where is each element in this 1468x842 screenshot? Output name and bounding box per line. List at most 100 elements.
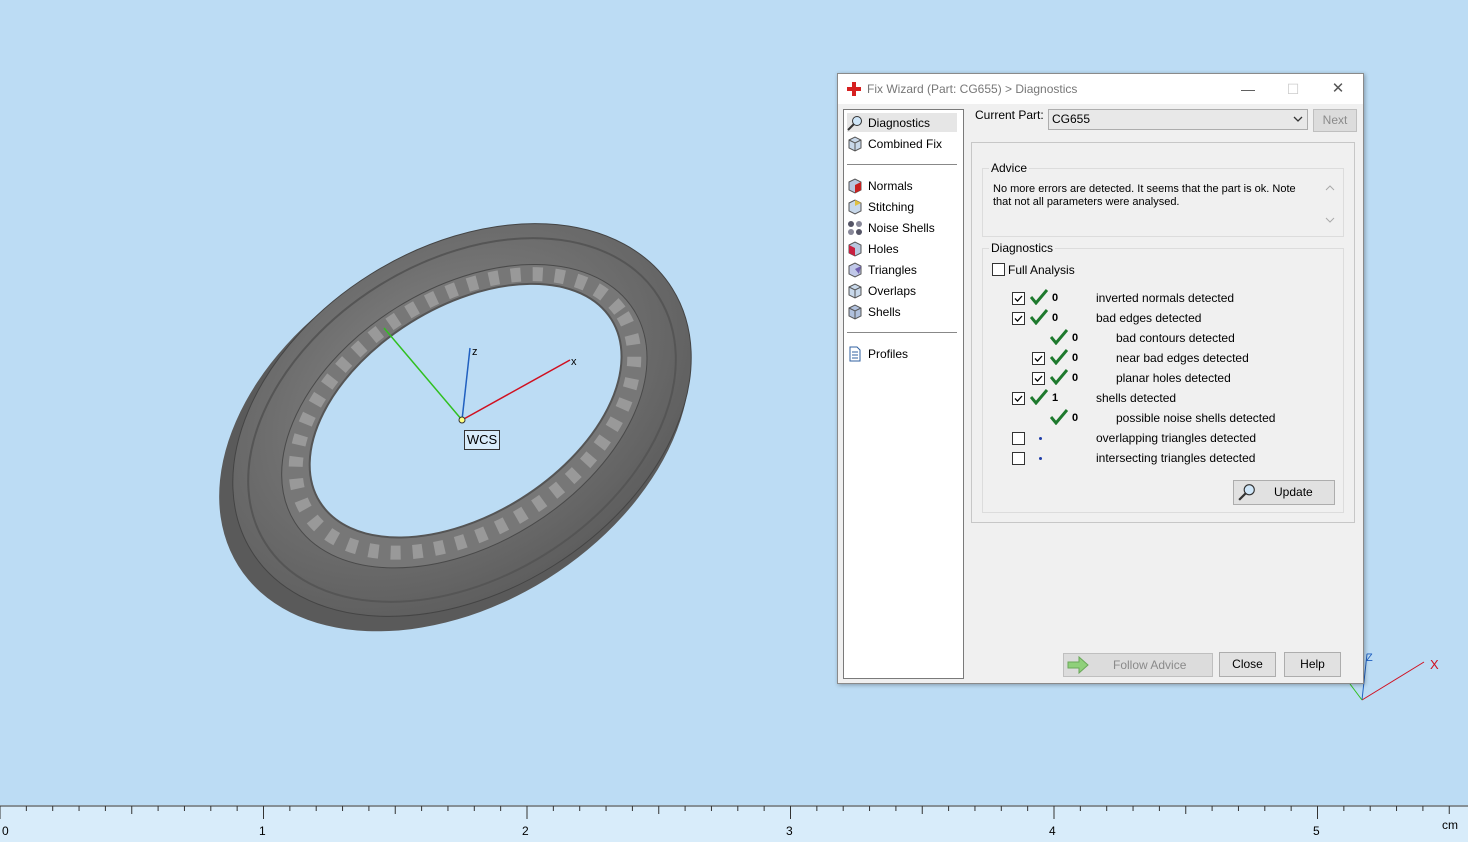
nav-item-holes[interactable]: Holes [847, 239, 957, 258]
ok-check-icon [1050, 329, 1068, 345]
ruler-label-0: 0 [2, 824, 9, 838]
checkmark-icon [1014, 295, 1023, 302]
planar-holes-count: 0 [1072, 372, 1079, 384]
pending-dot-icon [1039, 437, 1042, 440]
nav-item-normals[interactable]: Normals [847, 176, 957, 195]
advice-title: Advice [989, 161, 1030, 175]
full-analysis-label: Full Analysis [1008, 263, 1075, 277]
nav-item-noise-shells[interactable]: Noise Shells [847, 218, 957, 237]
cube-shells-icon [848, 303, 862, 320]
intersecting-triangles-label: intersecting triangles detected [1096, 451, 1256, 465]
next-button[interactable]: Next [1313, 109, 1357, 132]
diagnostics-title: Diagnostics [989, 241, 1056, 255]
inverted-normals-label: inverted normals detected [1096, 291, 1235, 305]
shells-checkbox[interactable] [1012, 392, 1025, 405]
checkmark-icon [1014, 315, 1023, 322]
intersecting-triangles-checkbox[interactable] [1012, 452, 1025, 465]
bad-edges-label: bad edges detected [1096, 311, 1202, 325]
chevron-down-icon [1293, 116, 1303, 122]
bad-contours-label: bad contours detected [1116, 331, 1235, 345]
noise-shells-icon [848, 220, 862, 235]
dialog-titlebar[interactable]: Fix Wizard (Part: CG655) > Diagnostics —… [838, 74, 1363, 104]
nav-separator [847, 332, 957, 333]
diagnostics-group: Diagnostics Full Analysis 0 inverted nor… [982, 241, 1344, 513]
noise-shells-label: possible noise shells detected [1116, 411, 1276, 425]
planar-holes-checkbox[interactable] [1032, 372, 1045, 385]
magnifier-icon [1238, 484, 1255, 501]
advice-scrollbar[interactable] [1323, 181, 1337, 227]
current-part-select[interactable]: CG655 [1048, 109, 1308, 130]
cube-stitching-icon [848, 198, 862, 215]
checkmark-icon [1014, 395, 1023, 402]
nav-item-shells[interactable]: Shells [847, 302, 957, 321]
wizard-nav: Diagnostics Combined Fix Normals Stitchi… [843, 109, 964, 679]
noise-shells-count: 0 [1072, 412, 1079, 424]
ok-check-icon [1050, 349, 1068, 365]
ok-check-icon [1030, 389, 1048, 405]
nav-item-overlaps[interactable]: Overlaps [847, 281, 957, 300]
cube-normals-icon [848, 177, 862, 194]
nav-item-combined-fix[interactable]: Combined Fix [847, 134, 957, 153]
cube-overlaps-icon [848, 282, 862, 299]
near-bad-edges-checkbox[interactable] [1032, 352, 1045, 365]
pending-dot-icon [1039, 457, 1042, 460]
axis-z-label: z [472, 346, 478, 358]
full-analysis-checkbox[interactable] [992, 263, 1005, 276]
current-part-value: CG655 [1052, 112, 1091, 126]
cube-holes-icon [848, 240, 862, 257]
corner-axis-x-label: X [1430, 657, 1439, 672]
nav-separator [847, 164, 957, 165]
nav-item-profiles[interactable]: Profiles [847, 344, 957, 363]
ruler-label-1: 1 [259, 824, 266, 838]
overlapping-triangles-checkbox[interactable] [1012, 432, 1025, 445]
update-button[interactable]: Update [1233, 480, 1335, 505]
ok-check-icon [1030, 289, 1048, 305]
follow-advice-button[interactable]: Follow Advice [1063, 653, 1213, 677]
checkmark-icon [1034, 355, 1043, 362]
bad-contours-count: 0 [1072, 332, 1079, 344]
wcs-label: WCS [464, 430, 500, 450]
bad-edges-count: 0 [1052, 312, 1059, 324]
follow-advice-label: Follow Advice [1113, 658, 1187, 672]
bearing-ring-model [219, 223, 692, 632]
corner-axis-z-label: Z [1366, 652, 1373, 664]
update-label: Update [1274, 485, 1313, 499]
nav-item-stitching[interactable]: Stitching [847, 197, 957, 216]
dialog-title: Fix Wizard (Part: CG655) > Diagnostics [867, 82, 1078, 96]
ruler-ticks [0, 805, 1468, 819]
magnifier-icon [847, 115, 862, 131]
ok-check-icon [1050, 369, 1068, 385]
ok-check-icon [1050, 409, 1068, 425]
close-window-button[interactable]: ✕ [1316, 74, 1360, 104]
help-button[interactable]: Help [1284, 652, 1341, 677]
minimize-button[interactable]: — [1226, 74, 1270, 104]
shells-count: 1 [1052, 392, 1059, 404]
cube-triangles-icon [848, 261, 862, 278]
advice-group: Advice No more errors are detected. It s… [982, 161, 1344, 237]
shells-label: shells detected [1096, 391, 1177, 405]
inverted-normals-checkbox[interactable] [1012, 292, 1025, 305]
nav-item-diagnostics[interactable]: Diagnostics [847, 113, 957, 132]
checkmark-icon [1034, 375, 1043, 382]
ruler-label-2: 2 [522, 824, 529, 838]
ok-check-icon [1030, 309, 1048, 325]
ruler-label-3: 3 [786, 824, 793, 838]
ruler: 0 1 2 3 4 5 cm [0, 805, 1468, 842]
overlapping-triangles-label: overlapping triangles detected [1096, 431, 1257, 445]
maximize-button[interactable]: ☐ [1271, 74, 1315, 104]
cube-icon [848, 135, 862, 152]
document-icon [849, 346, 861, 361]
close-button[interactable]: Close [1219, 652, 1276, 677]
near-bad-edges-count: 0 [1072, 352, 1079, 364]
advice-text: No more errors are detected. It seems th… [993, 183, 1296, 208]
bad-edges-checkbox[interactable] [1012, 312, 1025, 325]
nav-item-triangles[interactable]: Triangles [847, 260, 957, 279]
planar-holes-label: planar holes detected [1116, 371, 1231, 385]
inverted-normals-count: 0 [1052, 292, 1059, 304]
current-part-label: Current Part: [975, 108, 1044, 122]
near-bad-edges-label: near bad edges detected [1116, 351, 1249, 365]
fix-wizard-dialog: Fix Wizard (Part: CG655) > Diagnostics —… [837, 73, 1364, 684]
red-cross-icon [847, 82, 861, 96]
diagnostics-panel: Advice No more errors are detected. It s… [971, 142, 1355, 523]
arrow-right-icon [1067, 656, 1089, 674]
